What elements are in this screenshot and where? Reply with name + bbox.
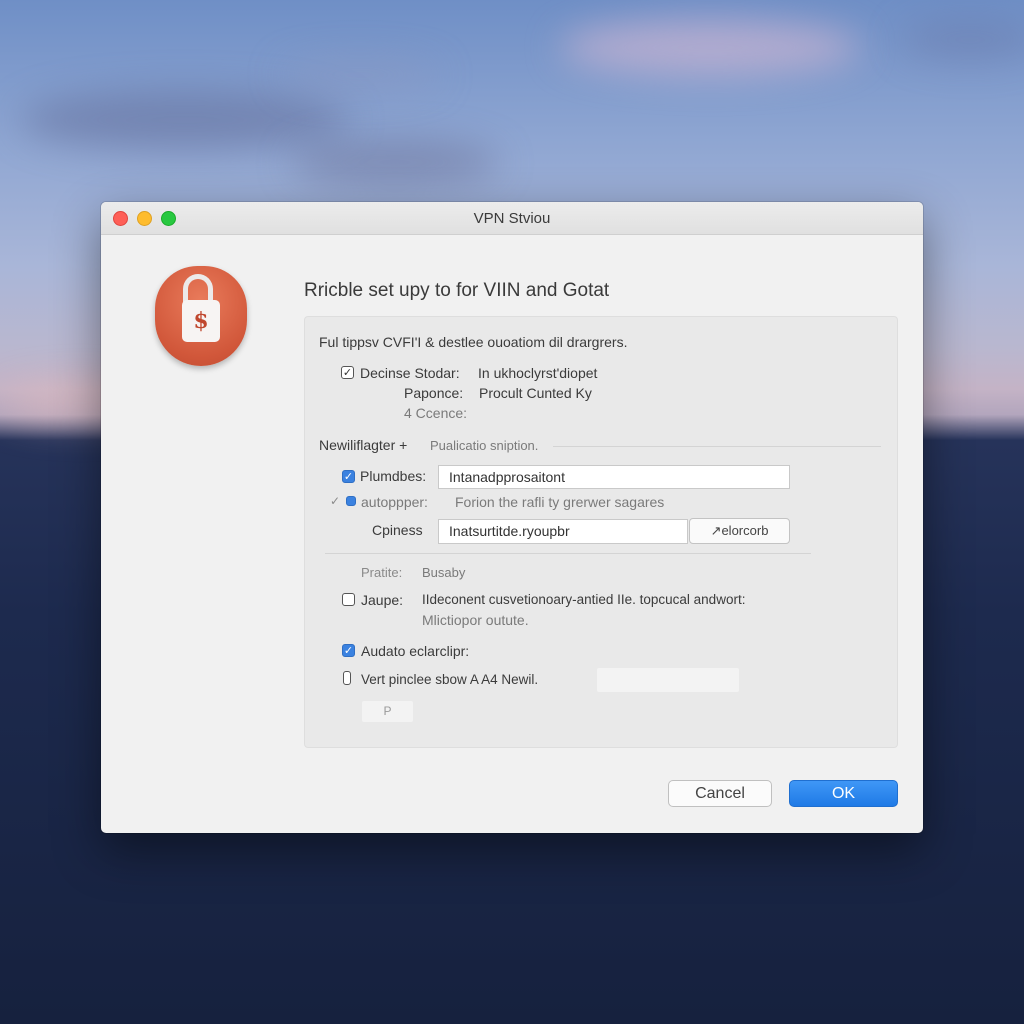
vpn-dialog-window: VPN Stviou $ Rricble set upy to for VIIN…: [101, 202, 923, 833]
cancel-button[interactable]: Cancel: [668, 780, 772, 807]
lock-icon: $: [155, 262, 249, 368]
paponce-label: Paponce:: [404, 385, 464, 401]
cloud: [290, 140, 500, 185]
pratite-value: Busaby: [422, 565, 466, 580]
autopper-text: Forion the rafli ty grerwer sagares: [455, 494, 665, 510]
cloud: [900, 20, 1024, 60]
cloud: [560, 20, 860, 75]
section-title: Newiliflagter +: [319, 437, 408, 453]
jaupe-text-2: Mlictiopor outute.: [422, 612, 529, 628]
plumdbes-label: Plumdbes:: [360, 468, 427, 484]
cpiness-label: Cpiness: [372, 522, 423, 538]
section-divider: [553, 446, 881, 447]
panel-intro: Ful tippsv CVFI'I & destlee ouoatiom dil…: [319, 334, 628, 350]
cloud: [20, 90, 350, 150]
ccence-label: 4 Ccence:: [404, 405, 468, 421]
cloud: [280, 60, 440, 90]
dollar-icon: $: [182, 300, 220, 342]
audato-checkbox[interactable]: ✓: [342, 644, 355, 657]
decrypt-value: In ukhoclyrst'diopet: [478, 365, 598, 381]
panel-divider: [325, 553, 811, 554]
settings-panel: Ful tippsv CVFI'I & destlee ouoatiom dil…: [304, 316, 898, 748]
plumdbes-input[interactable]: Intanadpprosaitont: [438, 465, 790, 489]
jaupe-checkbox[interactable]: [342, 593, 355, 606]
small-button[interactable]: P: [362, 701, 413, 722]
jaupe-text: IIdeconent cusvetionoary-antied IIe. top…: [422, 592, 746, 607]
autopper-label: autoppper:: [361, 494, 428, 510]
vert-checkbox[interactable]: [343, 671, 351, 685]
decrypt-label: Decinse Stodar:: [360, 365, 460, 381]
jaupe-label: Jaupe:: [361, 592, 404, 608]
section-subtitle: Pualicatio sniption.: [430, 438, 539, 453]
vert-label: Vert pinclee sbow A A4 Newil.: [361, 672, 539, 687]
autopper-checkbox[interactable]: [346, 496, 356, 506]
window-title: VPN Stviou: [473, 210, 551, 227]
paponce-value: Procult Cunted Ky: [479, 385, 592, 401]
ok-button[interactable]: OK: [789, 780, 898, 807]
cpiness-button[interactable]: ↗elorcorb: [689, 518, 790, 544]
cpiness-input[interactable]: Inatsurtitde.ryoupbr: [438, 519, 688, 544]
vert-input[interactable]: [597, 668, 739, 692]
audato-label: Audato eclarclipr:: [361, 643, 470, 659]
plumdbes-checkbox[interactable]: ✓: [342, 470, 355, 483]
dialog-heading: Rricble set upy to for VIIN and Gotat: [304, 280, 610, 301]
pratite-label: Pratite:: [361, 565, 403, 580]
autopper-check-icon: ✓: [330, 494, 341, 508]
decrypt-checkbox[interactable]: ✓: [341, 366, 354, 379]
title-bar[interactable]: VPN Stviou: [101, 202, 923, 235]
